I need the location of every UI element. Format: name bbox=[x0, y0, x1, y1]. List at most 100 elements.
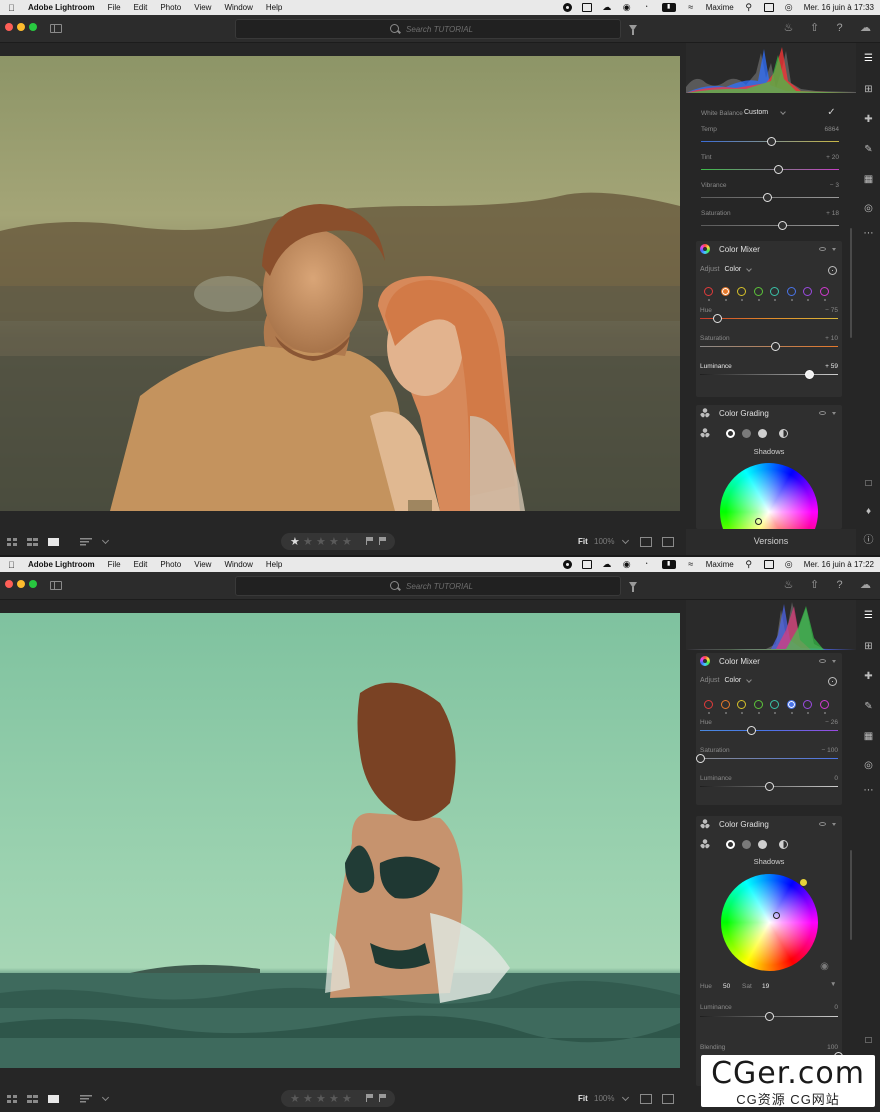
slider-track[interactable] bbox=[700, 1012, 838, 1021]
more-icon[interactable]: ⋯ bbox=[863, 785, 874, 796]
visibility-eye-icon[interactable] bbox=[819, 247, 826, 251]
panel-scrollbar[interactable] bbox=[850, 228, 852, 338]
more-icon[interactable]: ⋯ bbox=[863, 228, 874, 239]
display-icon[interactable] bbox=[581, 3, 592, 12]
radial-icon[interactable]: ◎ bbox=[863, 760, 874, 771]
color-swatch[interactable] bbox=[753, 700, 763, 709]
highlights-mode-icon[interactable] bbox=[758, 840, 767, 849]
slider-value[interactable]: 0 bbox=[834, 1004, 838, 1011]
minimize-window-button[interactable] bbox=[17, 23, 25, 31]
global-mode-icon[interactable] bbox=[779, 840, 788, 849]
zoom-chevron-icon[interactable] bbox=[621, 1093, 630, 1102]
slider-thumb[interactable] bbox=[804, 370, 814, 379]
visibility-eye-icon[interactable] bbox=[819, 659, 826, 663]
three-way-mode-icon[interactable] bbox=[700, 839, 710, 849]
user-name[interactable]: Maxime bbox=[706, 3, 734, 12]
reject-flag-icon[interactable] bbox=[379, 1094, 387, 1102]
share-icon[interactable]: ⇧ bbox=[808, 579, 821, 592]
photo-grid-view-icon[interactable] bbox=[27, 1095, 38, 1103]
radial-icon[interactable]: ◎ bbox=[863, 203, 874, 214]
star-1-icon[interactable]: ★ bbox=[290, 535, 300, 548]
sort-chevron-icon[interactable] bbox=[101, 1093, 110, 1102]
compare-icon[interactable] bbox=[640, 1094, 652, 1104]
color-swatch[interactable] bbox=[786, 287, 796, 296]
color-swatch[interactable] bbox=[753, 287, 763, 296]
comment-icon[interactable]: □ bbox=[863, 478, 874, 489]
detail-view-icon[interactable] bbox=[48, 538, 59, 546]
crop-icon[interactable]: ⊞ bbox=[863, 641, 874, 652]
slider-thumb[interactable] bbox=[713, 314, 723, 323]
color-swatch[interactable] bbox=[819, 287, 829, 296]
sort-icon[interactable] bbox=[80, 538, 92, 546]
clock[interactable]: Mer. 16 juin à 17:22 bbox=[804, 560, 874, 569]
brush-icon[interactable]: ✎ bbox=[863, 701, 874, 712]
collapse-caret-icon[interactable] bbox=[832, 412, 836, 415]
color-swatch[interactable] bbox=[770, 700, 779, 709]
panel-scrollbar[interactable] bbox=[850, 850, 852, 940]
menu-app-name[interactable]: Adobe Lightroom bbox=[28, 560, 95, 569]
color-wheel-thumb[interactable] bbox=[773, 912, 780, 919]
color-wheel[interactable] bbox=[721, 874, 818, 971]
color-wheel-thumb[interactable] bbox=[755, 518, 762, 525]
zoom-value[interactable]: 100% bbox=[594, 1094, 614, 1103]
sidebar-toggle-icon[interactable] bbox=[50, 24, 62, 33]
cloud-icon[interactable]: ☁ bbox=[602, 560, 612, 569]
slider-track[interactable] bbox=[701, 165, 839, 174]
collapse-caret-icon[interactable] bbox=[832, 248, 836, 251]
siri-icon[interactable]: ◎ bbox=[784, 3, 794, 12]
control-center-icon[interactable] bbox=[763, 560, 774, 569]
menu-edit[interactable]: Edit bbox=[134, 3, 148, 12]
color-swatch[interactable] bbox=[803, 287, 812, 296]
sort-chevron-icon[interactable] bbox=[101, 536, 110, 545]
bell-icon[interactable]: ♨ bbox=[782, 579, 795, 592]
focus-icon[interactable]: ◉ bbox=[622, 560, 632, 569]
gradient-icon[interactable]: ▦ bbox=[863, 174, 874, 185]
slider-thumb[interactable] bbox=[777, 221, 787, 230]
crop-icon[interactable]: ⊞ bbox=[863, 84, 874, 95]
sliders-icon[interactable]: ☰ bbox=[863, 610, 874, 621]
color-grading-header[interactable]: Color Grading bbox=[696, 816, 842, 833]
shadows-mode-icon[interactable] bbox=[726, 840, 735, 849]
compare-icon[interactable] bbox=[640, 537, 652, 547]
square-grid-view-icon[interactable] bbox=[7, 1095, 18, 1103]
expand-wheel-icon[interactable]: ▼ bbox=[830, 981, 836, 988]
menu-photo[interactable]: Photo bbox=[160, 560, 181, 569]
menu-app-name[interactable]: Adobe Lightroom bbox=[28, 3, 95, 12]
color-mixer-header[interactable]: Color Mixer bbox=[696, 241, 842, 258]
menu-view[interactable]: View bbox=[194, 3, 211, 12]
slider-value[interactable]: + 10 bbox=[825, 335, 838, 342]
global-mode-icon[interactable] bbox=[779, 429, 788, 438]
slider-track[interactable] bbox=[700, 370, 838, 379]
color-swatch[interactable] bbox=[704, 287, 713, 296]
clock[interactable]: Mer. 16 juin à 17:33 bbox=[804, 3, 874, 12]
visibility-eye-icon[interactable] bbox=[819, 411, 826, 415]
menu-help[interactable]: Help bbox=[266, 3, 282, 12]
cloud-sync-icon[interactable]: ☁ bbox=[859, 22, 872, 35]
pick-flag-icon[interactable] bbox=[366, 1094, 374, 1102]
square-grid-view-icon[interactable] bbox=[7, 538, 18, 546]
bluetooth-icon[interactable]: ᛫ bbox=[642, 3, 652, 12]
slider-track[interactable] bbox=[701, 221, 839, 230]
slider-thumb[interactable] bbox=[695, 754, 705, 763]
slider-value[interactable]: 100 bbox=[827, 1044, 838, 1051]
menu-file[interactable]: File bbox=[108, 3, 121, 12]
zoom-window-button[interactable] bbox=[29, 23, 37, 31]
siri-icon[interactable]: ◎ bbox=[784, 560, 794, 569]
slider-track[interactable] bbox=[700, 314, 838, 323]
filter-icon[interactable] bbox=[629, 582, 637, 592]
slider-value[interactable]: − 3 bbox=[830, 182, 839, 189]
zoom-fit-label[interactable]: Fit bbox=[578, 537, 588, 546]
eye-toggle-icon[interactable]: ◉ bbox=[819, 961, 830, 972]
slider-thumb[interactable] bbox=[764, 782, 774, 791]
color-swatch[interactable] bbox=[720, 700, 730, 709]
record-icon[interactable] bbox=[562, 3, 572, 12]
display-icon[interactable] bbox=[581, 560, 592, 569]
menu-help[interactable]: Help bbox=[266, 560, 282, 569]
zoom-fit-label[interactable]: Fit bbox=[578, 1094, 588, 1103]
zoom-window-button[interactable] bbox=[29, 580, 37, 588]
share-icon[interactable]: ⇧ bbox=[808, 22, 821, 35]
bell-icon[interactable]: ♨ bbox=[782, 22, 795, 35]
slider-value[interactable]: + 20 bbox=[826, 154, 839, 161]
tag-icon[interactable]: ♦ bbox=[863, 506, 874, 517]
zoom-chevron-icon[interactable] bbox=[621, 536, 630, 545]
